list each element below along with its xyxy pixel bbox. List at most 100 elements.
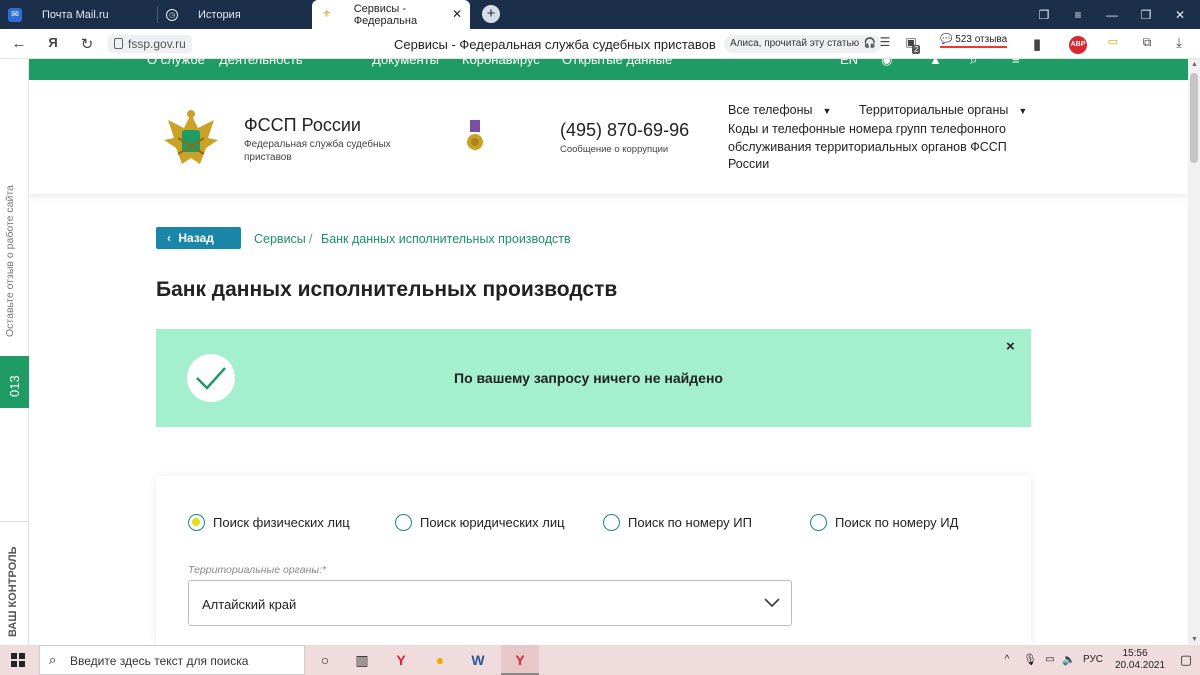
nav-item-documents[interactable]: Документы: [372, 59, 439, 67]
scroll-down-icon[interactable]: ▼: [1191, 636, 1198, 643]
clock-date: 20.04.2021: [1115, 660, 1166, 671]
radio-dot: [395, 514, 412, 531]
territory-field-label: Территориальные органы:*: [188, 564, 327, 576]
radio-label: Поиск по номеру ИП: [628, 515, 752, 530]
reader-mode-icon[interactable]: ☰: [876, 35, 894, 49]
territorial-dropdown[interactable]: Территориальные органы ▼: [859, 103, 1027, 117]
reload-icon[interactable]: ↻: [78, 35, 96, 53]
page-title-in-bar: Сервисы - Федеральная служба судебных пр…: [394, 37, 716, 52]
radio-ip-number[interactable]: Поиск по номеру ИП: [603, 514, 752, 531]
url-text: fssp.gov.ru: [128, 37, 186, 51]
microphone-icon[interactable]: 🎙: [1021, 651, 1039, 669]
download-icon[interactable]: ⤓: [1170, 35, 1188, 51]
clock[interactable]: 15:56 20.04.2021: [1115, 648, 1166, 672]
notifications-icon[interactable]: ▢: [1177, 651, 1195, 669]
close-tab-icon[interactable]: ✕: [452, 7, 462, 21]
radio-dot: [188, 514, 205, 531]
comment-icon: 💬: [940, 34, 953, 45]
breadcrumb-separator: /: [309, 232, 313, 246]
tab-services[interactable]: ⚜ Сервисы - Федеральна ✕: [312, 0, 470, 29]
territory-value: Алтайский край: [202, 597, 297, 612]
cortana-icon[interactable]: ○: [316, 651, 334, 669]
breadcrumb-services[interactable]: Сервисы: [254, 232, 306, 246]
back-button[interactable]: ‹ Назад: [156, 227, 241, 249]
extension-badge: 2: [912, 45, 921, 54]
radio-id-number[interactable]: Поиск по номеру ИД: [810, 514, 958, 531]
all-phones-label: Все телефоны: [728, 103, 813, 117]
fssp-emblem-icon[interactable]: [160, 108, 222, 172]
url-field[interactable]: fssp.gov.ru: [108, 35, 192, 53]
medal-icon: [467, 120, 483, 150]
scroll-up-icon[interactable]: ▲: [1191, 61, 1198, 68]
reviews-button[interactable]: 💬 523 отзыва: [940, 34, 1008, 48]
lang-switch[interactable]: EN: [840, 59, 858, 67]
tab-mail[interactable]: ✉ Почта Mail.ru: [0, 0, 158, 29]
speaker-icon[interactable]: 🔈: [1060, 651, 1078, 669]
feedback-label[interactable]: Оставьте отзыв о работе сайта: [4, 185, 16, 337]
yandex-music-icon[interactable]: ●: [431, 651, 449, 669]
org-name[interactable]: ФССП России: [244, 115, 361, 136]
eye-icon[interactable]: ◉: [881, 59, 892, 68]
all-phones-dropdown[interactable]: Все телефоны ▼: [728, 103, 831, 117]
close-icon[interactable]: ×: [1006, 338, 1015, 355]
os-taskbar: ⌕ Введите здесь текст для поиска ○ ▥ Y ●…: [0, 645, 1200, 675]
close-window-icon[interactable]: ✕: [1164, 0, 1196, 29]
radio-legal-entities[interactable]: Поиск юридических лиц: [395, 514, 565, 531]
back-arrow-icon[interactable]: ←: [10, 35, 28, 52]
task-view-icon[interactable]: ▥: [353, 651, 371, 669]
fssp-emblem-icon: ⚜: [322, 9, 332, 20]
check-icon: [187, 354, 235, 402]
tabs-list-icon[interactable]: ❐: [1028, 0, 1060, 29]
bookmark-icon[interactable]: ▮: [1028, 35, 1046, 53]
browser-tab-strip: ✉ Почта Mail.ru ◷ История ⚜ Сервисы - Фе…: [0, 0, 1200, 29]
battery-tray-icon[interactable]: ▭: [1041, 651, 1059, 669]
adblock-icon[interactable]: ABP: [1069, 36, 1087, 54]
yandex-browser-icon: Y: [515, 652, 525, 668]
org-subtitle: Федеральная служба судебных приставов: [244, 139, 391, 163]
search-icon[interactable]: ⌕: [970, 59, 977, 68]
hamburger-icon[interactable]: ≡: [1012, 59, 1020, 67]
phone-caption: Сообщение о коррупции: [560, 144, 669, 155]
caret-down-icon: ▼: [822, 106, 832, 116]
bell-icon[interactable]: ▲: [929, 59, 942, 67]
site-top-nav: О службе Деятельность Документы Коронави…: [29, 59, 1188, 80]
caret-down-icon: ▼: [1018, 106, 1028, 116]
nav-item-opendata[interactable]: Открытые данные: [562, 59, 672, 67]
breadcrumb-current[interactable]: Банк данных исполнительных производств: [321, 232, 571, 246]
page-scrollbar[interactable]: ▲ ▼: [1188, 59, 1200, 645]
scroll-thumb[interactable]: [1190, 73, 1198, 163]
back-label: Назад: [178, 231, 214, 245]
word-icon[interactable]: W: [469, 651, 487, 669]
taskbar-active-app[interactable]: Y: [501, 645, 539, 675]
nav-item-activity[interactable]: Деятельность: [219, 59, 303, 67]
keyboard-language[interactable]: РУС: [1083, 654, 1103, 665]
minimize-icon[interactable]: —: [1096, 0, 1128, 29]
yandex-logo-icon[interactable]: Я: [44, 35, 62, 50]
address-bar: ← Я ↻ fssp.gov.ru Сервисы - Федеральная …: [0, 29, 1200, 59]
new-tab-button[interactable]: +: [482, 5, 500, 23]
battery-icon[interactable]: ▭: [1104, 35, 1122, 48]
tab-history[interactable]: ◷ История: [158, 0, 312, 29]
reviews-label: 523 отзыва: [955, 34, 1008, 45]
territorial-label: Территориальные органы: [859, 103, 1009, 117]
nav-item-about[interactable]: О службе: [147, 59, 205, 67]
collections-icon[interactable]: ⧉: [1138, 35, 1156, 50]
territory-select[interactable]: Алтайский край: [188, 580, 792, 626]
page-title: Банк данных исполнительных производств: [156, 278, 618, 301]
alice-label: Алиса, прочитай эту статью: [730, 38, 860, 49]
visitor-count: 013: [7, 375, 22, 397]
tray-chevron-icon[interactable]: ^: [998, 651, 1016, 669]
nav-item-covid[interactable]: Коронавирус: [462, 59, 540, 67]
hotline-phone[interactable]: (495) 870-69-96: [560, 120, 689, 141]
yandex-browser-icon[interactable]: Y: [392, 651, 410, 669]
clock-time: 15:56: [1122, 648, 1148, 659]
menu-icon[interactable]: ≡: [1062, 0, 1094, 29]
windows-start-icon[interactable]: [11, 653, 25, 667]
lock-icon: [114, 38, 123, 49]
alice-read-button[interactable]: Алиса, прочитай эту статью 🎧: [724, 35, 882, 53]
restore-icon[interactable]: ❐: [1130, 0, 1162, 29]
search-form: Поиск физических лиц Поиск юридических л…: [156, 476, 1031, 645]
taskbar-search-placeholder: Введите здесь текст для поиска: [70, 654, 249, 668]
radio-individuals[interactable]: Поиск физических лиц: [188, 514, 350, 531]
taskbar-search[interactable]: ⌕ Введите здесь текст для поиска: [39, 645, 305, 675]
